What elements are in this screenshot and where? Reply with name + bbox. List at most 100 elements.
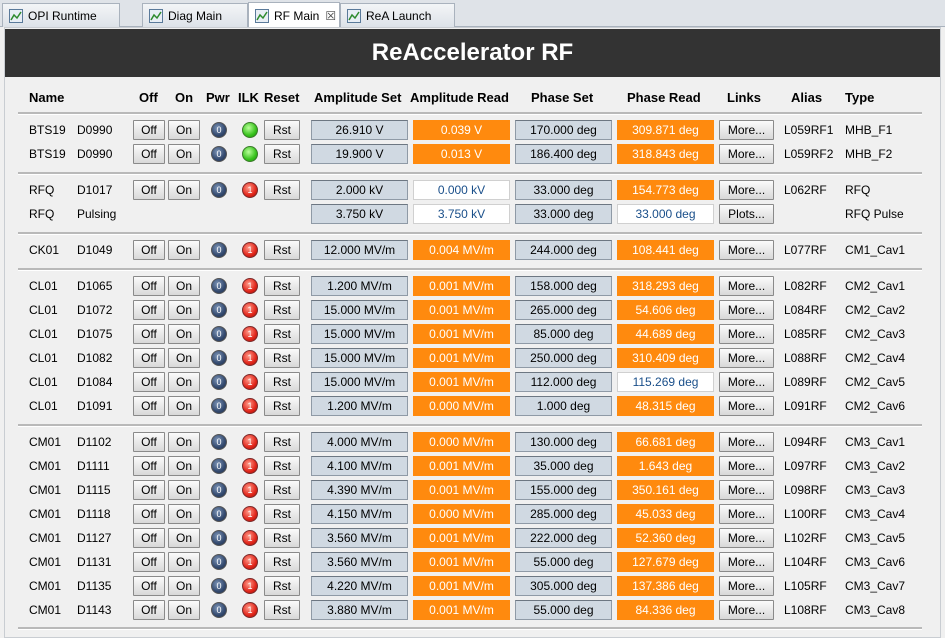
phase-set-field[interactable]: 112.000 deg (515, 372, 612, 392)
off-button[interactable]: Off (133, 576, 165, 596)
off-button[interactable]: Off (133, 552, 165, 572)
phase-set-field[interactable]: 158.000 deg (515, 276, 612, 296)
reset-button[interactable]: Rst (264, 396, 300, 416)
off-button[interactable]: Off (133, 348, 165, 368)
amplitude-set-field[interactable]: 15.000 MV/m (311, 324, 408, 344)
tab-rf-main[interactable]: RF Main ☒ (248, 2, 340, 28)
amplitude-set-field[interactable]: 19.900 V (311, 144, 408, 164)
amplitude-set-field[interactable]: 15.000 MV/m (311, 372, 408, 392)
amplitude-set-field[interactable]: 3.560 MV/m (311, 552, 408, 572)
more-button[interactable]: More... (719, 300, 774, 320)
more-button[interactable]: More... (719, 456, 774, 476)
reset-button[interactable]: Rst (264, 324, 300, 344)
off-button[interactable]: Off (133, 276, 165, 296)
on-button[interactable]: On (168, 348, 200, 368)
reset-button[interactable]: Rst (264, 552, 300, 572)
amplitude-set-field[interactable]: 4.000 MV/m (311, 432, 408, 452)
more-button[interactable]: More... (719, 600, 774, 620)
reset-button[interactable]: Rst (264, 600, 300, 620)
phase-set-field[interactable]: 244.000 deg (515, 240, 612, 260)
off-button[interactable]: Off (133, 120, 165, 140)
phase-set-field[interactable]: 250.000 deg (515, 348, 612, 368)
off-button[interactable]: Off (133, 504, 165, 524)
on-button[interactable]: On (168, 144, 200, 164)
off-button[interactable]: Off (133, 144, 165, 164)
reset-button[interactable]: Rst (264, 144, 300, 164)
on-button[interactable]: On (168, 396, 200, 416)
off-button[interactable]: Off (133, 528, 165, 548)
more-button[interactable]: More... (719, 576, 774, 596)
tab-opi-runtime[interactable]: OPI Runtime (2, 3, 120, 27)
off-button[interactable]: Off (133, 432, 165, 452)
phase-set-field[interactable]: 155.000 deg (515, 480, 612, 500)
off-button[interactable]: Off (133, 480, 165, 500)
on-button[interactable]: On (168, 576, 200, 596)
close-icon[interactable]: ☒ (325, 9, 336, 23)
amplitude-set-field[interactable]: 26.910 V (311, 120, 408, 140)
off-button[interactable]: Off (133, 396, 165, 416)
off-button[interactable]: Off (133, 372, 165, 392)
on-button[interactable]: On (168, 480, 200, 500)
reset-button[interactable]: Rst (264, 348, 300, 368)
more-button[interactable]: More... (719, 504, 774, 524)
amplitude-set-field[interactable]: 3.880 MV/m (311, 600, 408, 620)
reset-button[interactable]: Rst (264, 300, 300, 320)
reset-button[interactable]: Rst (264, 120, 300, 140)
phase-set-field[interactable]: 186.400 deg (515, 144, 612, 164)
reset-button[interactable]: Rst (264, 372, 300, 392)
amplitude-set-field[interactable]: 1.200 MV/m (311, 276, 408, 296)
phase-set-field[interactable]: 85.000 deg (515, 324, 612, 344)
more-button[interactable]: More... (719, 432, 774, 452)
reset-button[interactable]: Rst (264, 480, 300, 500)
reset-button[interactable]: Rst (264, 576, 300, 596)
phase-set-field[interactable]: 170.000 deg (515, 120, 612, 140)
on-button[interactable]: On (168, 456, 200, 476)
reset-button[interactable]: Rst (264, 180, 300, 200)
reset-button[interactable]: Rst (264, 240, 300, 260)
phase-set-field[interactable]: 33.000 deg (515, 180, 612, 200)
off-button[interactable]: Off (133, 324, 165, 344)
on-button[interactable]: On (168, 432, 200, 452)
on-button[interactable]: On (168, 528, 200, 548)
amplitude-set-field[interactable]: 12.000 MV/m (311, 240, 408, 260)
off-button[interactable]: Off (133, 240, 165, 260)
phase-set-field[interactable]: 35.000 deg (515, 456, 612, 476)
reset-button[interactable]: Rst (264, 276, 300, 296)
more-button[interactable]: More... (719, 552, 774, 572)
on-button[interactable]: On (168, 276, 200, 296)
on-button[interactable]: On (168, 600, 200, 620)
reset-button[interactable]: Rst (264, 528, 300, 548)
amplitude-set-field[interactable]: 4.150 MV/m (311, 504, 408, 524)
more-button[interactable]: More... (719, 480, 774, 500)
off-button[interactable]: Off (133, 300, 165, 320)
amplitude-set-field[interactable]: 4.390 MV/m (311, 480, 408, 500)
amplitude-set-field[interactable]: 3.750 kV (311, 204, 408, 224)
on-button[interactable]: On (168, 324, 200, 344)
more-button[interactable]: More... (719, 396, 774, 416)
on-button[interactable]: On (168, 120, 200, 140)
amplitude-set-field[interactable]: 2.000 kV (311, 180, 408, 200)
on-button[interactable]: On (168, 240, 200, 260)
off-button[interactable]: Off (133, 600, 165, 620)
on-button[interactable]: On (168, 300, 200, 320)
on-button[interactable]: On (168, 180, 200, 200)
phase-set-field[interactable]: 130.000 deg (515, 432, 612, 452)
more-button[interactable]: More... (719, 276, 774, 296)
phase-set-field[interactable]: 285.000 deg (515, 504, 612, 524)
phase-set-field[interactable]: 222.000 deg (515, 528, 612, 548)
more-button[interactable]: More... (719, 348, 774, 368)
reset-button[interactable]: Rst (264, 504, 300, 524)
phase-set-field[interactable]: 33.000 deg (515, 204, 612, 224)
amplitude-set-field[interactable]: 15.000 MV/m (311, 348, 408, 368)
tab-rea-launch[interactable]: ReA Launch (340, 3, 455, 27)
more-button[interactable]: More... (719, 528, 774, 548)
off-button[interactable]: Off (133, 456, 165, 476)
phase-set-field[interactable]: 265.000 deg (515, 300, 612, 320)
amplitude-set-field[interactable]: 4.100 MV/m (311, 456, 408, 476)
amplitude-set-field[interactable]: 3.560 MV/m (311, 528, 408, 548)
more-button[interactable]: More... (719, 180, 774, 200)
phase-set-field[interactable]: 55.000 deg (515, 600, 612, 620)
on-button[interactable]: On (168, 504, 200, 524)
off-button[interactable]: Off (133, 180, 165, 200)
reset-button[interactable]: Rst (264, 432, 300, 452)
